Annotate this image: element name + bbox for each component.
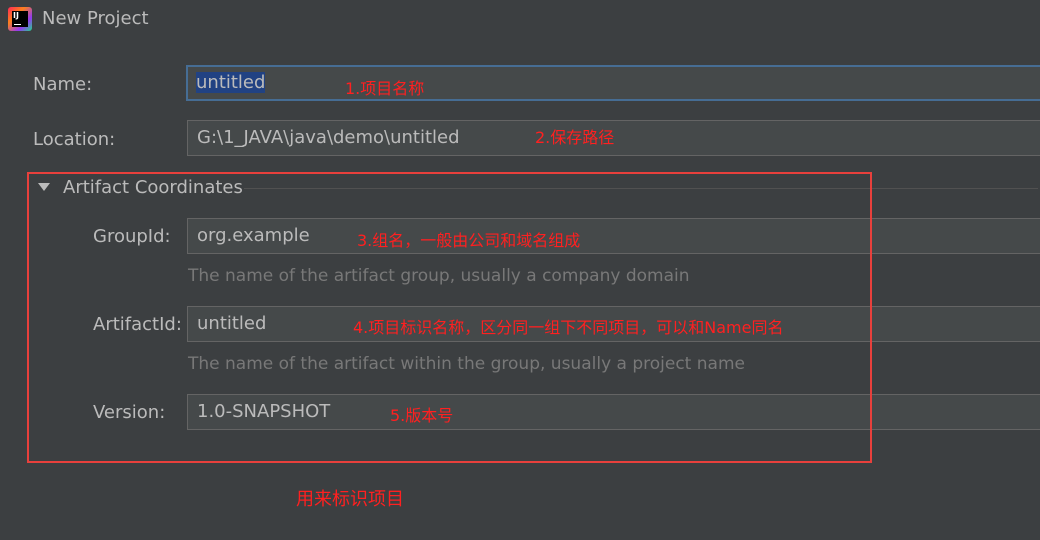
annotation-name: 1.项目名称 <box>345 79 425 98</box>
name-field[interactable]: untitled <box>186 65 1040 101</box>
location-label: Location: <box>33 129 116 150</box>
name-label: Name: <box>33 74 93 95</box>
annotation-box <box>27 172 872 463</box>
intellij-logo-icon: IJ <box>8 7 32 31</box>
name-value: untitled <box>196 72 266 93</box>
window-title: New Project <box>42 8 149 29</box>
title-bar: IJ New Project <box>0 0 1040 40</box>
annotation-box-caption: 用来标识项目 <box>296 489 404 510</box>
location-value: G:\1_JAVA\java\demo\untitled <box>197 127 460 148</box>
annotation-location: 2.保存路径 <box>535 128 615 147</box>
